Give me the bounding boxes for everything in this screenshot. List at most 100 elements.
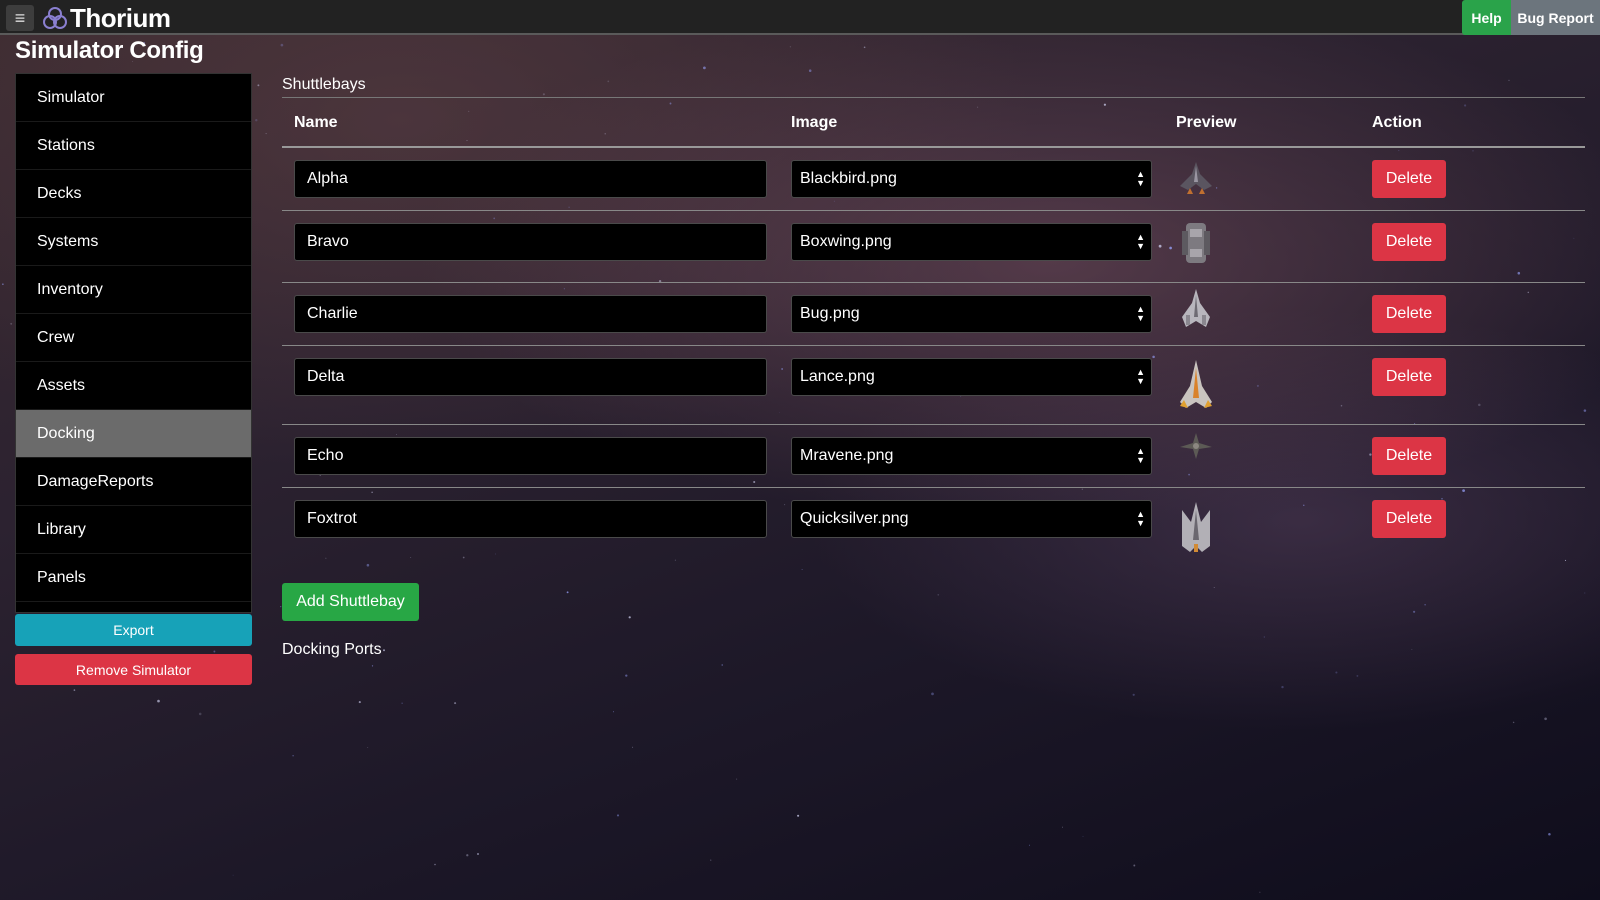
star <box>1411 649 1413 651</box>
section-divider <box>282 97 1585 98</box>
shuttlebay-name-input[interactable] <box>294 437 767 475</box>
delete-button[interactable]: Delete <box>1372 223 1446 261</box>
sidebar-item-inventory[interactable]: Inventory <box>16 266 251 314</box>
star <box>213 650 216 653</box>
delete-button[interactable]: Delete <box>1372 358 1446 396</box>
shuttlebay-image-select[interactable]: Blackbird.png ▲ ▼ <box>791 160 1152 198</box>
star <box>628 616 631 619</box>
star <box>1544 717 1547 721</box>
table-row: Quicksilver.png ▲▼ Delete <box>282 488 1585 566</box>
star <box>1413 610 1416 613</box>
table-row: Boxwing.png ▲▼ Delete <box>282 211 1585 283</box>
sidebar-item-stations[interactable]: Stations <box>16 122 251 170</box>
star <box>542 93 545 96</box>
star <box>1584 592 1586 594</box>
select-arrows-icon: ▲ ▼ <box>1136 304 1145 323</box>
shuttlebays-title: Shuttlebays <box>282 76 366 93</box>
star <box>669 102 672 105</box>
star <box>157 699 160 703</box>
table-row: Blackbird.png ▲▼ Delete <box>282 148 1585 211</box>
star <box>73 689 76 691</box>
delete-button[interactable]: Delete <box>1372 160 1446 198</box>
sidebar-item-label: Panels <box>37 568 86 586</box>
star <box>383 649 385 652</box>
sidebar-item-docking[interactable]: Docking <box>16 410 251 458</box>
star <box>721 664 723 666</box>
selected-image-value: Quicksilver.png <box>800 510 909 527</box>
column-header-action: Action <box>1372 114 1422 131</box>
star <box>1548 832 1551 836</box>
remove-simulator-button[interactable]: Remove Simulator <box>15 654 252 685</box>
shuttlebay-name-input[interactable] <box>294 500 767 538</box>
delete-button[interactable]: Delete <box>1372 437 1446 475</box>
column-header-image: Image <box>791 114 838 131</box>
star <box>789 46 792 48</box>
delete-button[interactable]: Delete <box>1372 500 1446 538</box>
star <box>1263 636 1265 638</box>
star <box>1213 587 1215 588</box>
star <box>632 746 634 748</box>
blackbird-ship-icon <box>1180 162 1212 194</box>
sidebar-item-label: Library <box>37 520 86 538</box>
star <box>1133 864 1136 867</box>
star <box>257 84 260 87</box>
select-arrows-icon: ▲ ▼ <box>1136 232 1145 251</box>
select-arrows-icon: ▲ ▼ <box>1136 446 1145 465</box>
shuttlebay-image-select[interactable]: Bug.png ▲ ▼ <box>791 295 1152 333</box>
selected-image-value: Blackbird.png <box>800 170 897 187</box>
shuttlebay-name-input[interactable] <box>294 160 767 198</box>
star <box>1103 103 1107 106</box>
star <box>1259 891 1261 893</box>
add-shuttlebay-button[interactable]: Add Shuttlebay <box>282 583 419 621</box>
help-button[interactable]: Help <box>1462 0 1511 35</box>
sidebar-item-panels[interactable]: Panels <box>16 554 251 602</box>
star <box>198 712 202 716</box>
star <box>613 711 614 713</box>
sidebar-item-simulator[interactable]: Simulator <box>16 74 251 122</box>
sidebar-item-label: Decks <box>37 184 82 202</box>
sidebar-item-label: Simulator <box>37 88 105 106</box>
sidebar-item-label: Docking <box>37 424 95 442</box>
star <box>1082 835 1084 837</box>
shuttlebay-image-select[interactable]: Boxwing.png ▲ ▼ <box>791 223 1152 261</box>
bug-report-button[interactable]: Bug Report <box>1511 0 1600 35</box>
shuttlebay-name-input[interactable] <box>294 358 767 396</box>
star <box>1029 844 1030 846</box>
star <box>232 874 234 876</box>
quicksilver-ship-icon <box>1182 502 1210 552</box>
bug-ship-icon <box>1182 289 1210 327</box>
selected-image-value: Lance.png <box>800 368 875 385</box>
sidebar-item-damagereports[interactable]: DamageReports <box>16 458 251 506</box>
sidebar-item-decks[interactable]: Decks <box>16 170 251 218</box>
star <box>401 702 403 704</box>
delete-button[interactable]: Delete <box>1372 295 1446 333</box>
star <box>367 747 369 748</box>
star <box>280 43 284 47</box>
sidebar-item-systems[interactable]: Systems <box>16 218 251 266</box>
star <box>468 110 470 112</box>
star <box>466 854 469 857</box>
star <box>863 46 866 49</box>
sidebar-item-crew[interactable]: Crew <box>16 314 251 362</box>
star <box>1508 79 1510 82</box>
select-arrows-icon: ▲ ▼ <box>1136 367 1145 386</box>
star <box>292 755 294 757</box>
sidebar-item-library[interactable]: Library <box>16 506 251 554</box>
shuttlebay-image-select[interactable]: Quicksilver.png ▲ ▼ <box>791 500 1152 538</box>
select-arrows-icon: ▲ ▼ <box>1136 509 1145 528</box>
star <box>977 106 979 108</box>
star <box>454 702 457 705</box>
shuttlebay-name-input[interactable] <box>294 295 767 333</box>
brand[interactable]: Thorium <box>42 3 171 33</box>
star <box>255 119 258 122</box>
sidebar-item-assets[interactable]: Assets <box>16 362 251 410</box>
hamburger-menu-icon[interactable]: ≡ <box>6 5 34 31</box>
shuttlebay-image-select[interactable]: Mravene.png ▲ ▼ <box>791 437 1152 475</box>
select-arrows-icon: ▲ ▼ <box>1136 169 1145 188</box>
shuttlebay-name-input[interactable] <box>294 223 767 261</box>
star <box>434 863 436 866</box>
sidebar-item-label: Assets <box>37 376 86 394</box>
export-button[interactable]: Export <box>15 614 252 646</box>
shuttlebay-image-select[interactable]: Lance.png ▲ ▼ <box>791 358 1152 396</box>
selected-image-value: Mravene.png <box>800 447 894 464</box>
